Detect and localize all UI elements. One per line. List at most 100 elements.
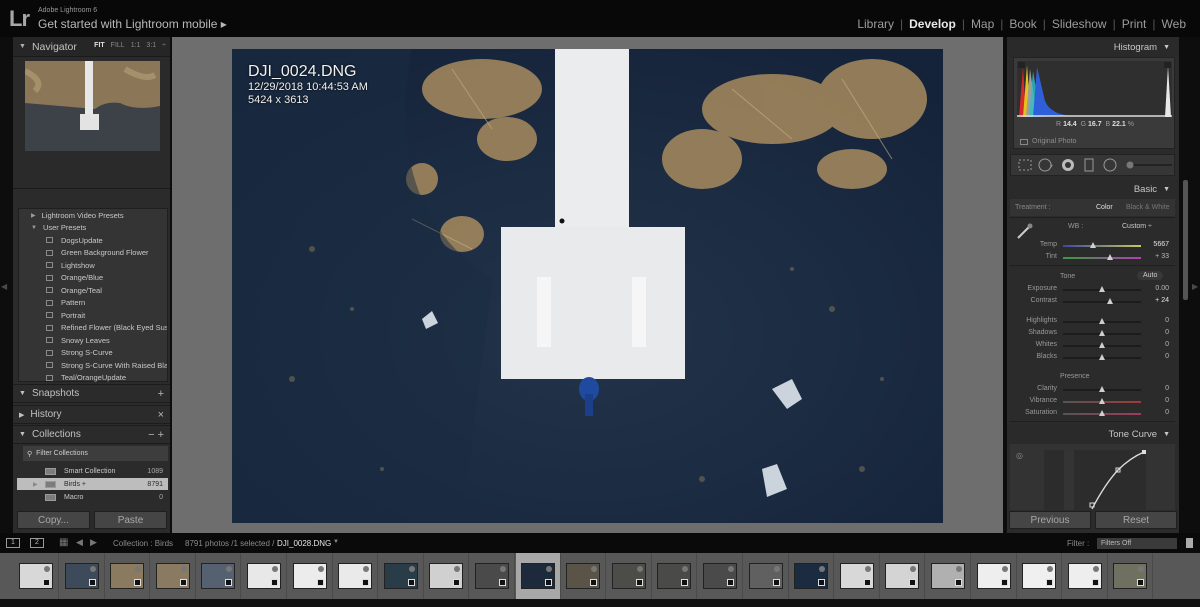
zoom-fit[interactable]: FIT	[94, 42, 105, 49]
filmstrip-thumb[interactable]	[379, 553, 424, 599]
module-map[interactable]: Map	[965, 17, 1000, 31]
preset-item[interactable]: Teal/OrangeUpdate	[19, 372, 167, 385]
filmstrip-thumb[interactable]	[1063, 553, 1108, 599]
slider-whites[interactable]	[1063, 342, 1141, 348]
filename-dropdown-icon[interactable]: ▼	[333, 539, 339, 545]
second-window-button[interactable]: 2	[30, 538, 44, 548]
wb-dropdown[interactable]: Custom ÷	[1122, 223, 1152, 230]
filter-lock-icon[interactable]	[1186, 538, 1193, 548]
preset-item[interactable]: Strong S-Curve With Raised Bla...	[19, 359, 167, 372]
auto-tone-button[interactable]: Auto	[1137, 271, 1164, 280]
collection-add-remove-buttons[interactable]: − +	[148, 429, 164, 441]
crop-tool-icon[interactable]	[1017, 157, 1032, 173]
filmstrip-thumb[interactable]	[333, 553, 379, 599]
graduated-filter-icon[interactable]	[1082, 157, 1097, 173]
filmstrip-thumb[interactable]	[1017, 553, 1063, 599]
add-snapshot-button[interactable]: +	[158, 388, 164, 400]
slider-thumb[interactable]	[1099, 386, 1105, 392]
slider-thumb[interactable]	[1106, 298, 1113, 304]
preset-item[interactable]: Green Background Flower	[19, 247, 167, 260]
slider-value-tint[interactable]: + 33	[1139, 253, 1169, 260]
main-photo[interactable]: DJI_0024.DNG 12/29/2018 10:44:53 AM 5424…	[232, 49, 943, 523]
navigator-header[interactable]: ▼ Navigator FIT FILL 1:1 3:1 ÷	[13, 37, 170, 57]
zoom-1-1[interactable]: 1:1	[131, 42, 141, 49]
filmstrip-thumb-selected[interactable]	[515, 553, 561, 599]
filmstrip-thumb[interactable]	[424, 553, 470, 599]
tone-curve-header[interactable]: Tone Curve ▼	[1007, 424, 1179, 444]
slider-thumb[interactable]	[1099, 286, 1105, 292]
filmstrip-thumb[interactable]	[288, 553, 333, 599]
filmstrip-thumb[interactable]	[60, 553, 105, 599]
filmstrip-thumb[interactable]	[242, 553, 287, 599]
filmstrip-thumb[interactable]	[607, 553, 652, 599]
slider-thumb[interactable]	[1099, 318, 1105, 324]
module-print[interactable]: Print	[1116, 17, 1153, 31]
slider-tint[interactable]	[1063, 254, 1141, 260]
grid-view-icon[interactable]: ▦	[59, 537, 68, 548]
copy-settings-button[interactable]: Copy...	[17, 511, 90, 529]
slider-contrast[interactable]	[1063, 298, 1141, 304]
slider-highlights[interactable]	[1063, 318, 1141, 324]
forward-arrow-icon[interactable]: ▶	[90, 537, 97, 548]
collection-item[interactable]: Smart Collection 1089	[17, 465, 168, 477]
paste-settings-button[interactable]: Paste	[94, 511, 167, 529]
basic-header[interactable]: Basic ▼	[1007, 179, 1179, 199]
filmstrip-thumb[interactable]	[835, 553, 880, 599]
preset-item[interactable]: Pattern	[19, 297, 167, 310]
collections-header[interactable]: ▼ Collections − +	[13, 425, 170, 444]
slider-value-saturation[interactable]: 0	[1139, 409, 1169, 416]
back-arrow-icon[interactable]: ◀	[76, 537, 83, 548]
preset-item[interactable]: Lightshow	[19, 259, 167, 272]
module-slideshow[interactable]: Slideshow	[1046, 17, 1113, 31]
zoom-stepper-icon[interactable]: ÷	[162, 42, 166, 49]
image-canvas[interactable]: DJI_0024.DNG 12/29/2018 10:44:53 AM 5424…	[172, 37, 1003, 533]
slider-saturation[interactable]	[1063, 410, 1141, 416]
red-eye-icon[interactable]	[1060, 157, 1075, 173]
histogram-plot[interactable]	[1017, 61, 1172, 117]
preset-item[interactable]: Orange/Teal	[19, 284, 167, 297]
tone-curve-graph[interactable]	[1010, 444, 1175, 510]
filmstrip-thumb[interactable]	[880, 553, 926, 599]
history-header[interactable]: ▶ History ×	[13, 405, 170, 424]
filmstrip-thumb[interactable]	[151, 553, 196, 599]
slider-thumb[interactable]	[1099, 330, 1105, 336]
previous-button[interactable]: Previous	[1009, 511, 1091, 529]
slider-thumb[interactable]	[1099, 398, 1105, 404]
right-panel-scrollbar[interactable]	[1183, 180, 1188, 300]
right-panel-toggle-icon[interactable]: ▶	[1192, 282, 1198, 291]
histogram-header[interactable]: Histogram ▼	[1007, 37, 1179, 57]
module-book[interactable]: Book	[1003, 17, 1042, 31]
filter-collections-input[interactable]: ⚲ Filter Collections	[23, 446, 168, 461]
radial-filter-icon[interactable]	[1103, 157, 1118, 173]
slider-value-contrast[interactable]: + 24	[1139, 297, 1169, 304]
navigator-preview[interactable]	[25, 61, 160, 151]
expand-triangle-icon[interactable]: ▶	[33, 481, 38, 488]
module-web[interactable]: Web	[1156, 17, 1192, 31]
filmstrip-thumb[interactable]	[698, 553, 743, 599]
module-develop[interactable]: Develop	[903, 17, 962, 31]
slider-temp[interactable]	[1063, 242, 1141, 248]
preset-folder[interactable]: ▶ Lightroom Video Presets	[19, 209, 167, 222]
filmstrip-thumb[interactable]	[926, 553, 971, 599]
source-label[interactable]: Collection : Birds	[113, 539, 173, 548]
preset-item[interactable]: Portrait	[19, 309, 167, 322]
slider-thumb[interactable]	[1106, 254, 1113, 260]
slider-thumb[interactable]	[1099, 354, 1105, 360]
filmstrip-thumb[interactable]	[972, 553, 1017, 599]
left-panel-toggle-icon[interactable]: ◀	[1, 282, 7, 291]
slider-thumb[interactable]	[1099, 342, 1105, 348]
identity-plate[interactable]: Get started with Lightroom mobile ▸	[38, 17, 227, 31]
slider-shadows[interactable]	[1063, 330, 1141, 336]
preset-item[interactable]: Refined Flower (Black Eyed Sus...	[19, 322, 167, 335]
filmstrip-thumb[interactable]	[744, 553, 789, 599]
adjustment-brush-slider[interactable]	[1124, 157, 1174, 173]
filmstrip-thumb[interactable]	[652, 553, 698, 599]
slider-vibrance[interactable]	[1063, 398, 1141, 404]
slider-clarity[interactable]	[1063, 386, 1141, 392]
preset-item[interactable]: DogsUpdate	[19, 234, 167, 247]
slider-value-clarity[interactable]: 0	[1139, 385, 1169, 392]
slider-exposure[interactable]	[1063, 286, 1141, 292]
slider-thumb[interactable]	[1089, 242, 1096, 248]
checkbox[interactable]	[1020, 138, 1028, 145]
filmstrip-thumb[interactable]	[196, 553, 242, 599]
